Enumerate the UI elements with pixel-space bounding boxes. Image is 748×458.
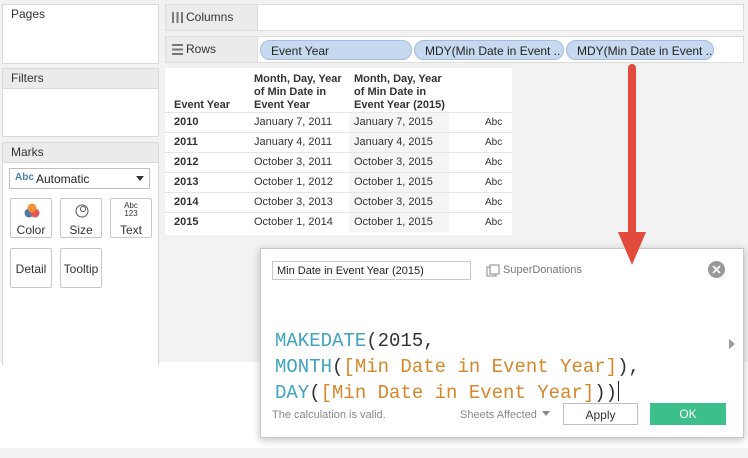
marks-card: Marks Abc Automatic Color Size Abc 123 T… — [2, 142, 159, 365]
pages-card: Pages — [2, 4, 159, 64]
table-row: 2011 January 4, 2011 January 4, 2015 Abc — [165, 132, 512, 153]
columns-shelf-header: Columns — [166, 5, 258, 30]
table-row: 2012 October 3, 2011 October 3, 2015 Abc — [165, 152, 512, 173]
abc-cell: Abc — [485, 197, 503, 208]
sheets-affected-label: Sheets Affected — [460, 409, 537, 421]
abc-cell: Abc — [485, 177, 503, 188]
size-button[interactable]: Size — [60, 198, 102, 238]
mark-type-value: Automatic — [36, 172, 90, 186]
table-row: 2013 October 1, 2012 October 1, 2015 Abc — [165, 172, 512, 193]
min-date-2015-cell: October 3, 2015 — [354, 196, 433, 208]
text-icon-123: 123 — [124, 209, 138, 218]
text-cursor — [618, 381, 620, 401]
min-date-cell: October 3, 2011 — [254, 156, 333, 168]
year-cell: 2014 — [174, 196, 199, 208]
field-reference: [Min Date in Event Year] — [320, 382, 595, 404]
function-makedate: MAKEDATE — [275, 330, 367, 352]
min-date-cell: October 1, 2014 — [254, 216, 333, 228]
expand-arrow-icon[interactable] — [729, 339, 735, 349]
abc-icon: Abc — [15, 172, 34, 183]
viz-table: Event Year Month, Day, Year of Min Date … — [165, 68, 512, 235]
header-event-year: Event Year — [174, 99, 231, 111]
min-date-2015-cell: January 7, 2015 — [354, 116, 433, 128]
calc-status: The calculation is valid. — [272, 409, 386, 421]
close-icon[interactable] — [708, 261, 725, 278]
calc-name-input[interactable]: Min Date in Event Year (2015) — [272, 261, 471, 280]
color-icon — [24, 203, 40, 218]
formula-text: ( — [332, 356, 344, 378]
function-day: DAY — [275, 382, 310, 404]
rows-label: Rows — [186, 42, 217, 56]
formula-text: ), — [617, 356, 640, 378]
datasource-label: SuperDonations — [503, 264, 582, 276]
formula-line-2: MONTH([Min Date in Event Year]), — [275, 354, 640, 380]
columns-icon — [172, 12, 183, 23]
datasource-icon — [486, 264, 500, 277]
year-cell: 2013 — [174, 176, 199, 188]
calculation-editor-dialog: Min Date in Event Year (2015) SuperDonat… — [260, 248, 744, 438]
ok-button[interactable]: OK — [650, 403, 726, 425]
field-reference: [Min Date in Event Year] — [343, 356, 618, 378]
size-label: Size — [69, 223, 93, 237]
rows-shelf-header: Rows — [166, 37, 258, 62]
size-icon — [75, 204, 89, 218]
year-cell: 2010 — [174, 116, 199, 128]
min-date-2015-cell: October 1, 2015 — [354, 216, 433, 228]
apply-button[interactable]: Apply — [563, 403, 638, 425]
min-date-2015-cell: October 3, 2015 — [354, 156, 433, 168]
min-date-cell: January 4, 2011 — [254, 136, 333, 148]
color-button[interactable]: Color — [10, 198, 52, 238]
chevron-down-icon — [136, 176, 144, 181]
text-label: Text — [119, 223, 142, 237]
color-label: Color — [16, 223, 46, 237]
header-min-date: Month, Day, Year of Min Date in Event Ye… — [254, 73, 342, 111]
filters-card[interactable]: Filters — [2, 68, 159, 137]
header-min-date-2015: Month, Day, Year of Min Date in Event Ye… — [354, 73, 445, 111]
abc-cell: Abc — [485, 117, 503, 128]
tooltip-label: Tooltip — [63, 262, 99, 276]
text-button[interactable]: Abc 123 Text — [110, 198, 152, 238]
table-row: 2014 October 3, 2013 October 3, 2015 Abc — [165, 192, 512, 213]
rows-pill-mdy-min-date[interactable]: MDY(Min Date in Event .. — [414, 40, 564, 60]
formula-text: )) — [594, 382, 618, 404]
annotation-arrow — [618, 64, 646, 265]
year-cell: 2011 — [174, 136, 198, 148]
formula-text: ( — [309, 382, 321, 404]
min-date-2015-cell: January 4, 2015 — [354, 136, 433, 148]
tooltip-button[interactable]: Tooltip — [60, 248, 102, 288]
rows-icon — [172, 44, 183, 55]
pages-title: Pages — [3, 5, 158, 24]
function-month: MONTH — [275, 356, 333, 378]
columns-label: Columns — [186, 10, 234, 24]
min-date-cell: October 3, 2013 — [254, 196, 333, 208]
min-date-cell: October 1, 2012 — [254, 176, 333, 188]
chevron-down-icon — [541, 411, 550, 416]
sheets-affected-dropdown[interactable]: Sheets Affected — [460, 409, 550, 421]
min-date-2015-cell: October 1, 2015 — [354, 176, 433, 188]
year-cell: 2015 — [174, 216, 199, 228]
marks-title: Marks — [3, 143, 158, 163]
table-row: 2010 January 7, 2011 January 7, 2015 Abc — [165, 112, 512, 133]
formula-text: (2015, — [366, 330, 435, 352]
abc-cell: Abc — [485, 217, 503, 228]
abc-cell: Abc — [485, 157, 503, 168]
columns-shelf[interactable]: Columns — [165, 4, 744, 31]
detail-label: Detail — [15, 262, 47, 276]
year-cell: 2012 — [174, 156, 199, 168]
mark-type-dropdown[interactable]: Abc Automatic — [9, 168, 150, 189]
min-date-cell: January 7, 2011 — [254, 116, 333, 128]
table-row: 2015 October 1, 2014 October 1, 2015 Abc — [165, 212, 512, 233]
rows-shelf[interactable]: Rows Event Year MDY(Min Date in Event ..… — [165, 36, 744, 63]
abc-cell: Abc — [485, 137, 503, 148]
formula-line-1: MAKEDATE(2015, — [275, 328, 640, 354]
formula-editor[interactable]: MAKEDATE(2015, MONTH([Min Date in Event Y… — [275, 302, 640, 458]
rows-pill-event-year[interactable]: Event Year — [260, 40, 412, 60]
filters-title: Filters — [3, 69, 158, 89]
rows-pill-mdy-min-date-2015[interactable]: MDY(Min Date in Event .. — [566, 40, 714, 60]
detail-button[interactable]: Detail — [10, 248, 52, 288]
